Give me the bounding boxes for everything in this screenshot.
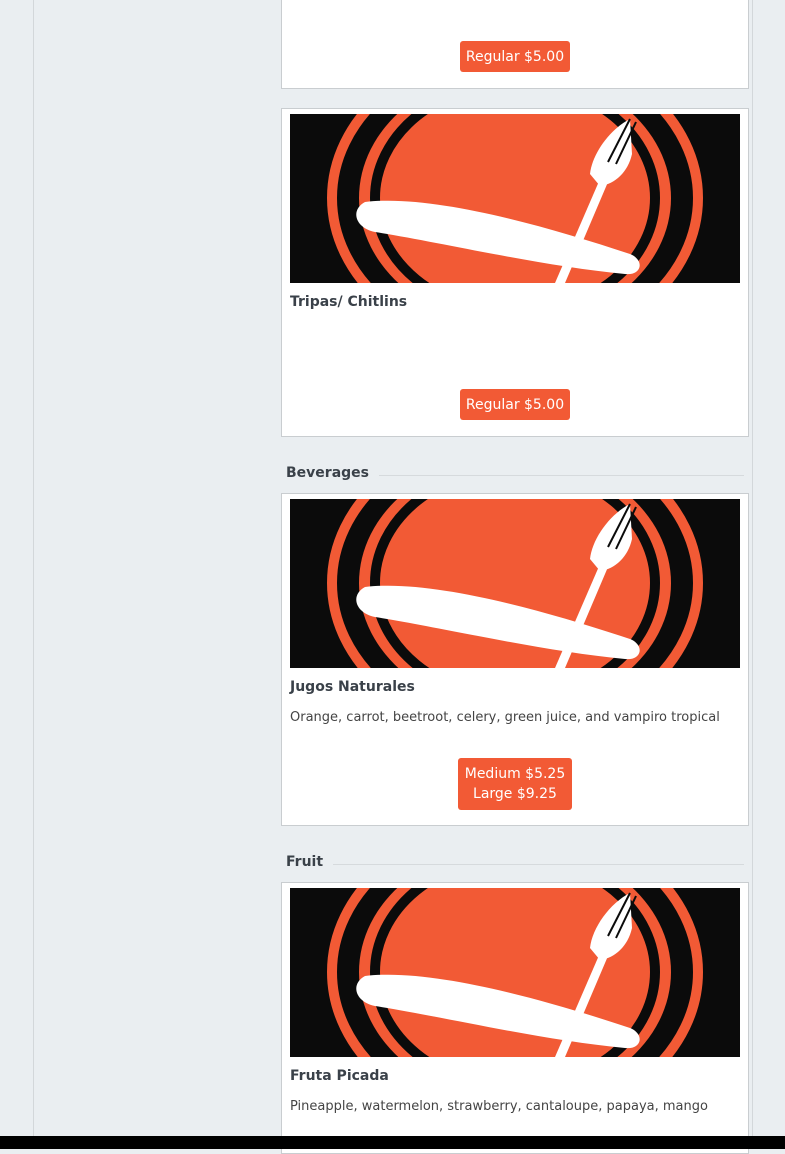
menu-item-card[interactable]: Fruta Picada Pineapple, watermelon, stra… xyxy=(281,882,749,1154)
price-button-regular[interactable]: Regular $5.00 xyxy=(460,41,570,72)
plate-knife-fork-icon xyxy=(290,888,740,1057)
menu-item-image xyxy=(290,888,740,1057)
price-label-medium: Medium $5.25 xyxy=(464,766,566,782)
menu-item-card: Regular $5.00 xyxy=(281,0,749,89)
section-divider xyxy=(286,864,744,865)
left-sidebar-border xyxy=(33,0,34,1136)
menu-item-title: Jugos Naturales xyxy=(290,679,415,695)
price-label: Regular $5.00 xyxy=(465,396,565,413)
price-label-large: Large $9.25 xyxy=(473,786,557,802)
menu-item-description: Orange, carrot, beetroot, celery, green … xyxy=(290,710,720,725)
right-border xyxy=(752,0,753,1136)
menu-item-card[interactable]: Jugos Naturales Orange, carrot, beetroot… xyxy=(281,493,749,826)
price-label: Regular $5.00 xyxy=(465,48,565,65)
section-title: Fruit xyxy=(286,854,334,870)
menu-item-title: Fruta Picada xyxy=(290,1068,389,1084)
section-header-beverages: Beverages xyxy=(286,465,744,485)
plate-knife-fork-icon xyxy=(290,114,740,283)
plate-knife-fork-icon xyxy=(290,499,740,668)
section-title: Beverages xyxy=(286,465,379,481)
price-button-regular[interactable]: Regular $5.00 xyxy=(460,389,570,420)
bottom-bar xyxy=(0,1136,785,1149)
menu-item-image xyxy=(290,114,740,283)
menu-item-description: Pineapple, watermelon, strawberry, canta… xyxy=(290,1099,708,1114)
price-button-sizes[interactable]: Medium $5.25 Large $9.25 xyxy=(458,758,572,810)
menu-item-card[interactable]: Tripas/ Chitlins Regular $5.00 xyxy=(281,108,749,437)
menu-item-title: Tripas/ Chitlins xyxy=(290,294,408,310)
menu-item-image xyxy=(290,499,740,668)
section-header-fruit: Fruit xyxy=(286,854,744,874)
